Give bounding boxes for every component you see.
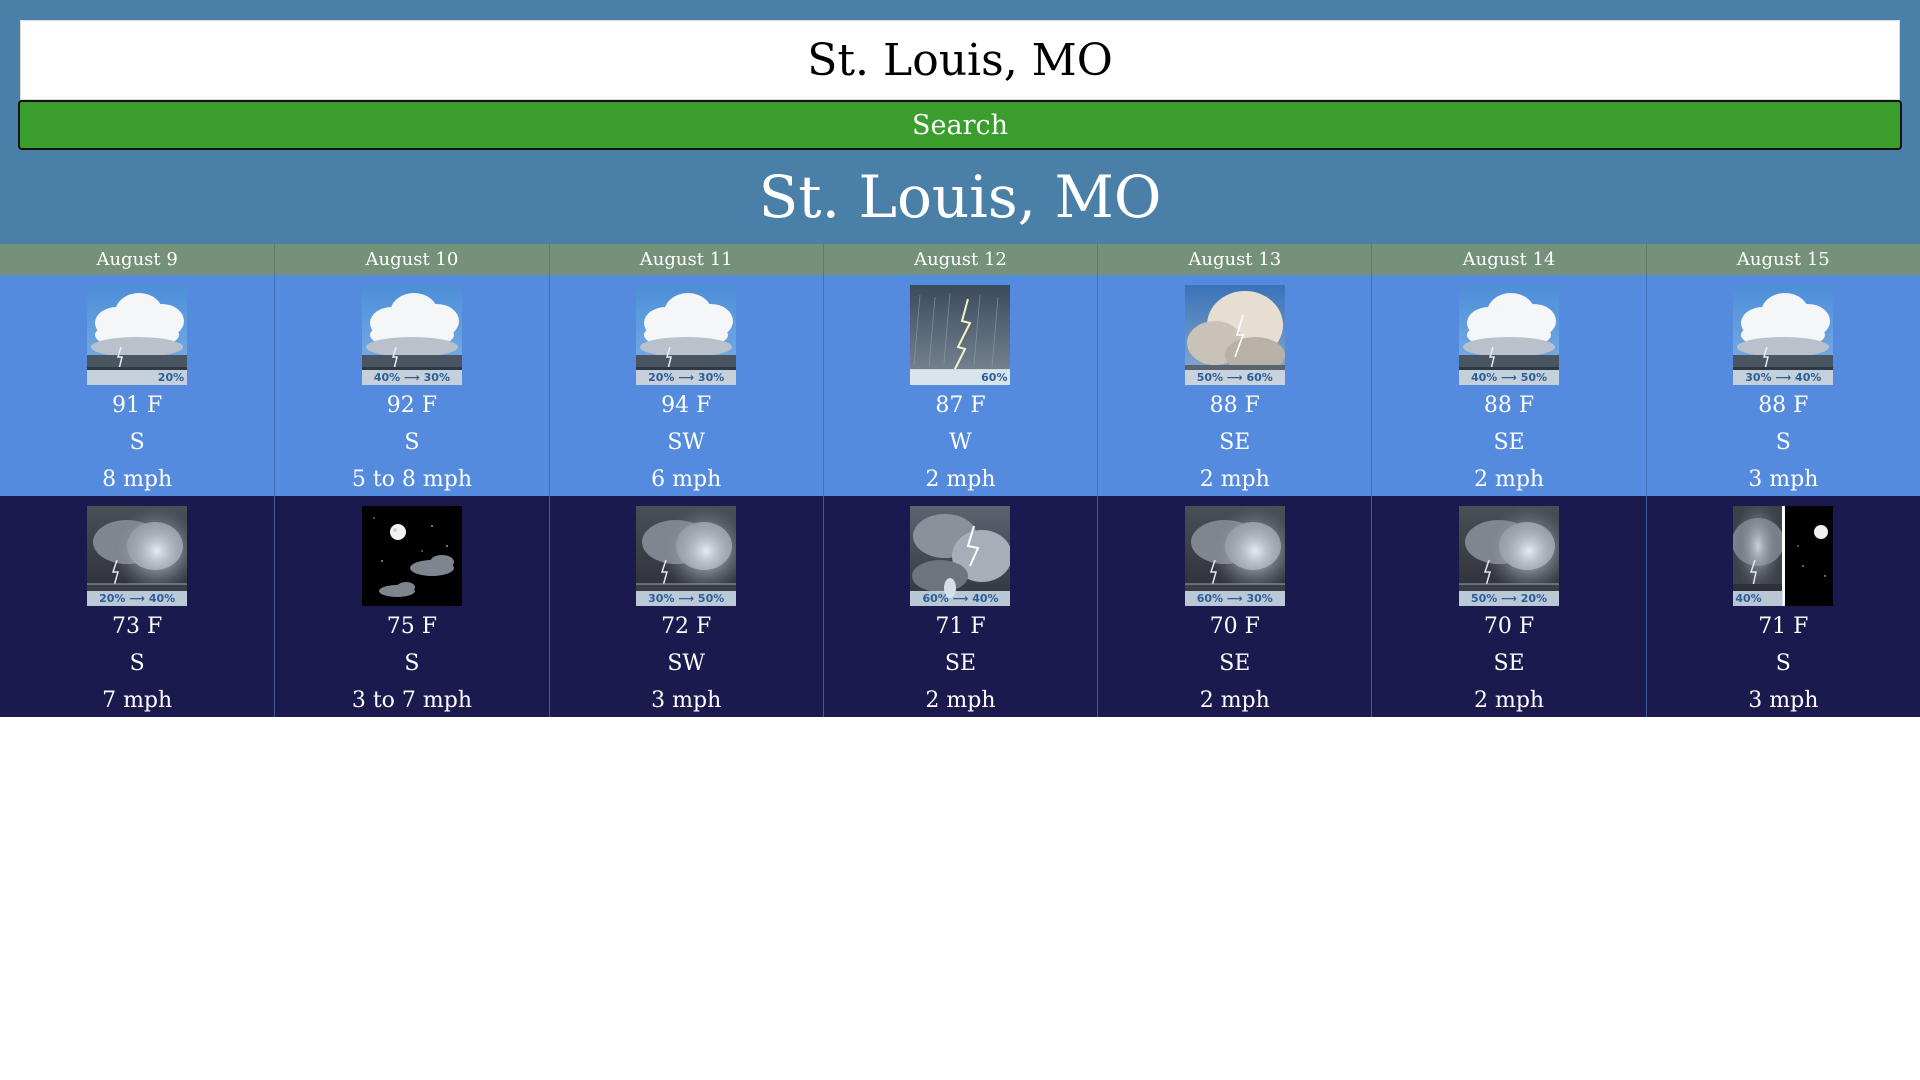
date-row: August 9 August 10 August 11 August 12 Augus… (0, 244, 1920, 275)
wind-speed: 3 mph (1748, 467, 1819, 492)
wind-direction: S (129, 651, 145, 676)
wind-speed: 8 mph (102, 467, 173, 492)
temperature: 88 F (1209, 393, 1260, 418)
wind-direction: SW (667, 651, 706, 676)
wind-speed: 2 mph (925, 688, 996, 713)
search-button[interactable]: Search (18, 100, 1902, 150)
wind-speed: 3 mph (651, 688, 722, 713)
day-forecast-cell: 50% ⟶ 60% 88 F SE 2 mph (1097, 275, 1371, 496)
precipitation-chance: 60% (910, 370, 1011, 385)
precipitation-chance: 20% (87, 370, 188, 385)
date-header: August 15 (1645, 244, 1920, 275)
temperature: 94 F (661, 393, 712, 418)
wind-direction: SW (667, 430, 706, 455)
precipitation-chance: 20% ⟶ 30% (636, 370, 737, 385)
night-forecast-cell: 50% ⟶ 20% 70 F SE 2 mph (1371, 496, 1645, 717)
date-header: August 9 (96, 249, 178, 270)
date-header: August 12 (822, 244, 1097, 275)
precipitation-chance: 30% ⟶ 50% (636, 591, 737, 606)
wind-speed: 2 mph (1199, 467, 1270, 492)
lightning-rain-icon: 60% (910, 285, 1011, 385)
wind-direction: W (949, 430, 972, 455)
wind-speed: 5 to 8 mph (351, 467, 473, 492)
thunderstorm-night-icon: 60% ⟶ 30% (1184, 506, 1285, 606)
thunderstorm-partly-cloudy-icon: 20% ⟶ 30% (636, 285, 737, 385)
wind-direction: S (129, 430, 145, 455)
precipitation-chance: 60% ⟶ 40% (910, 591, 1011, 606)
precipitation-chance: 40% (1733, 591, 1784, 606)
day-forecast-cell: 20% 91 F S 8 mph (0, 275, 274, 496)
temperature: 75 F (386, 614, 438, 639)
night-forecast-cell: 60% ⟶ 30% 70 F SE 2 mph (1097, 496, 1371, 717)
wind-direction: SE (944, 651, 977, 676)
wind-speed: 2 mph (1473, 467, 1545, 492)
temperature: 71 F (1758, 614, 1809, 639)
wind-speed: 2 mph (1473, 688, 1545, 713)
thunderstorm-partly-cloudy-icon: 20% (87, 285, 188, 385)
day-forecast-cell: 20% ⟶ 30% 94 F SW 6 mph (548, 275, 823, 496)
forecast-table: August 9 August 10 August 11 August 12 Augus… (0, 244, 1920, 717)
temperature: 73 F (112, 614, 163, 639)
temperature: 87 F (935, 393, 986, 418)
date-header: August 13 (1097, 244, 1371, 275)
precipitation-chance: 40% ⟶ 30% (361, 370, 462, 385)
wind-direction: SE (1493, 430, 1525, 455)
thunderstorm-night-icon: 50% ⟶ 20% (1459, 506, 1560, 606)
thunderstorm-night-icon: 20% ⟶ 40% (87, 506, 188, 606)
daytime-row: 20% 91 F S 8 mph 40% ⟶ 30% 92 F S 5 to 8 mph 2… (0, 275, 1920, 496)
wind-speed: 3 to 7 mph (351, 688, 473, 713)
thunderstorm-partly-cloudy-icon: 40% ⟶ 30% (361, 285, 462, 385)
nighttime-row: 20% ⟶ 40% 73 F S 7 mph 75 F S 3 to 7 mph 30% … (0, 496, 1920, 717)
header: Search St. Louis, MO (0, 0, 1920, 244)
location-search-input[interactable] (20, 20, 1900, 100)
wind-speed: 2 mph (1199, 688, 1270, 713)
thunderstorm-cloud-icon: 50% ⟶ 60% (1184, 285, 1285, 385)
thunderstorm-partly-cloudy-icon: 30% ⟶ 40% (1733, 285, 1834, 385)
day-forecast-cell: 30% ⟶ 40% 88 F S 3 mph (1645, 275, 1920, 496)
precipitation-chance: 40% ⟶ 50% (1459, 370, 1560, 385)
day-forecast-cell: 40% ⟶ 30% 92 F S 5 to 8 mph (274, 275, 548, 496)
temperature: 70 F (1209, 614, 1260, 639)
wind-speed: 6 mph (651, 467, 722, 492)
date-header: August 10 (274, 244, 548, 275)
night-forecast-cell: 40% 71 F S 3 mph (1645, 496, 1920, 717)
temperature: 70 F (1483, 614, 1535, 639)
temperature: 91 F (112, 393, 163, 418)
thunderstorm-partly-cloudy-icon: 40% ⟶ 50% (1459, 285, 1560, 385)
wind-direction: SE (1219, 430, 1251, 455)
night-forecast-cell: 20% ⟶ 40% 73 F S 7 mph (0, 496, 274, 717)
thunderstorm-then-clear-night-icon: 40% (1733, 506, 1834, 606)
lightning-storm-icon: 60% ⟶ 40% (910, 506, 1011, 606)
wind-speed: 3 mph (1748, 688, 1819, 713)
temperature: 92 F (386, 393, 438, 418)
location-title: St. Louis, MO (758, 163, 1162, 231)
wind-speed: 2 mph (925, 467, 996, 492)
temperature: 71 F (935, 614, 986, 639)
precipitation-chance: 50% ⟶ 60% (1184, 370, 1285, 385)
night-forecast-cell: 30% ⟶ 50% 72 F SW 3 mph (548, 496, 823, 717)
precipitation-chance: 20% ⟶ 40% (87, 591, 188, 606)
day-forecast-cell: 60% 87 F W 2 mph (822, 275, 1097, 496)
precipitation-chance: 60% ⟶ 30% (1184, 591, 1285, 606)
wind-direction: S (404, 651, 420, 676)
wind-speed: 7 mph (102, 688, 173, 713)
wind-direction: S (404, 430, 420, 455)
date-header: August 14 (1371, 244, 1645, 275)
temperature: 88 F (1483, 393, 1535, 418)
moon-partly-cloudy-icon (361, 506, 462, 606)
wind-direction: SE (1493, 651, 1525, 676)
day-forecast-cell: 40% ⟶ 50% 88 F SE 2 mph (1371, 275, 1645, 496)
night-forecast-cell: 75 F S 3 to 7 mph (274, 496, 548, 717)
thunderstorm-night-icon: 30% ⟶ 50% (636, 506, 737, 606)
precipitation-chance: 50% ⟶ 20% (1459, 591, 1560, 606)
precipitation-chance: 30% ⟶ 40% (1733, 370, 1834, 385)
night-forecast-cell: 60% ⟶ 40% 71 F SE 2 mph (822, 496, 1097, 717)
wind-direction: SE (1219, 651, 1251, 676)
temperature: 72 F (661, 614, 712, 639)
date-header: August 11 (548, 244, 823, 275)
temperature: 88 F (1758, 393, 1809, 418)
wind-direction: S (1775, 651, 1791, 676)
wind-direction: S (1775, 430, 1791, 455)
moon-partly-cloudy-icon-image (361, 506, 462, 606)
